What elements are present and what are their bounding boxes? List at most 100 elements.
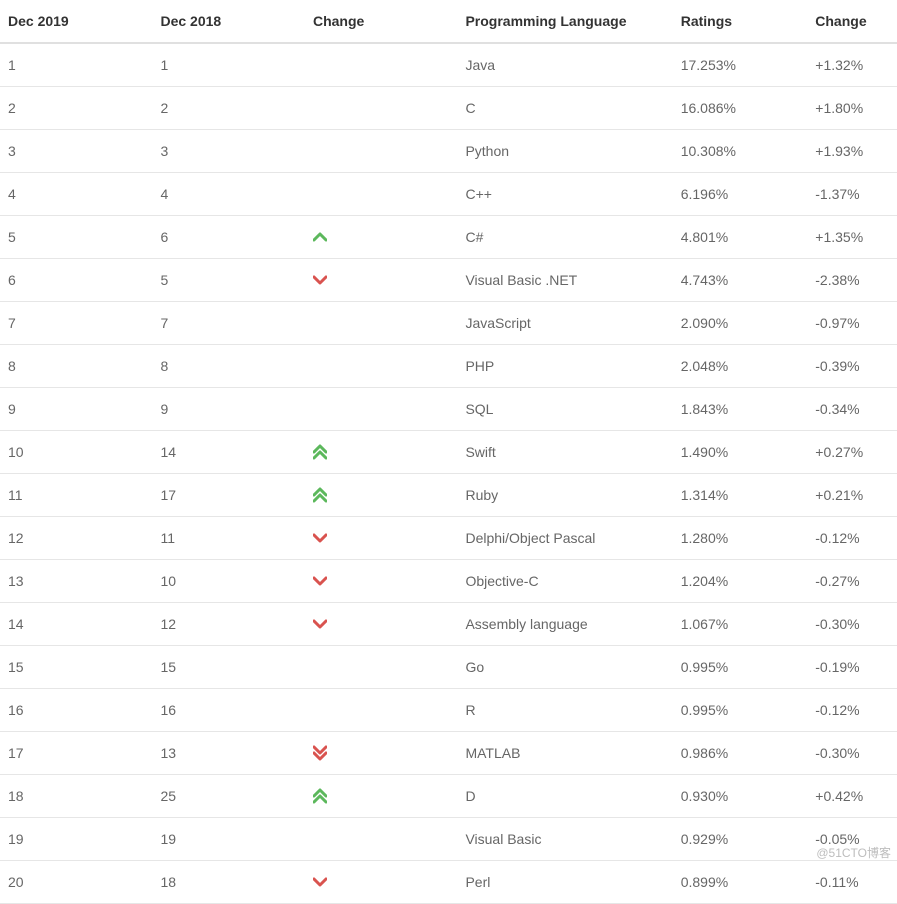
cell-rank2018: 3 (152, 130, 304, 173)
header-ratings: Ratings (673, 0, 808, 43)
table-row: 65Visual Basic .NET4.743%-2.38% (0, 259, 897, 302)
cell-change: -2.38% (807, 259, 897, 302)
cell-rank2019: 13 (0, 560, 152, 603)
cell-change: -0.11% (807, 861, 897, 904)
cell-ratings: 0.930% (673, 775, 808, 818)
cell-language: Go (457, 646, 672, 689)
cell-language: R (457, 689, 672, 732)
cell-change: +0.21% (807, 474, 897, 517)
cell-language: Assembly language (457, 603, 672, 646)
table-row: 44C++6.196%-1.37% (0, 173, 897, 216)
cell-arrow (305, 861, 457, 904)
table-row: 22C16.086%+1.80% (0, 87, 897, 130)
cell-change: -1.37% (807, 173, 897, 216)
cell-rank2019: 4 (0, 173, 152, 216)
cell-rank2019: 11 (0, 474, 152, 517)
cell-arrow (305, 517, 457, 560)
cell-rank2018: 5 (152, 259, 304, 302)
cell-language: Visual Basic (457, 818, 672, 861)
cell-language: Visual Basic .NET (457, 259, 672, 302)
header-arrow: Change (305, 0, 457, 43)
cell-arrow (305, 646, 457, 689)
cell-change: -0.30% (807, 603, 897, 646)
cell-arrow (305, 130, 457, 173)
table-body: 11Java17.253%+1.32%22C16.086%+1.80%33Pyt… (0, 43, 897, 904)
tiobe-table: Dec 2019 Dec 2018 Change Programming Lan… (0, 0, 897, 904)
header-rank2018: Dec 2018 (152, 0, 304, 43)
cell-ratings: 0.986% (673, 732, 808, 775)
cell-rank2019: 12 (0, 517, 152, 560)
table-row: 1117Ruby1.314%+0.21% (0, 474, 897, 517)
cell-language: Objective-C (457, 560, 672, 603)
cell-rank2018: 25 (152, 775, 304, 818)
cell-ratings: 0.995% (673, 689, 808, 732)
cell-arrow (305, 388, 457, 431)
cell-language: C++ (457, 173, 672, 216)
cell-change: +1.32% (807, 43, 897, 87)
cell-ratings: 16.086% (673, 87, 808, 130)
cell-change: -0.30% (807, 732, 897, 775)
cell-rank2019: 1 (0, 43, 152, 87)
cell-arrow (305, 689, 457, 732)
cell-rank2019: 18 (0, 775, 152, 818)
cell-language: Perl (457, 861, 672, 904)
cell-ratings: 1.843% (673, 388, 808, 431)
cell-rank2018: 12 (152, 603, 304, 646)
cell-rank2019: 9 (0, 388, 152, 431)
cell-language: Ruby (457, 474, 672, 517)
cell-ratings: 2.090% (673, 302, 808, 345)
chevron-down-icon (313, 616, 449, 632)
cell-rank2018: 11 (152, 517, 304, 560)
cell-arrow (305, 259, 457, 302)
cell-change: -0.12% (807, 689, 897, 732)
table-row: 1616R0.995%-0.12% (0, 689, 897, 732)
table-row: 88PHP2.048%-0.39% (0, 345, 897, 388)
cell-language: Delphi/Object Pascal (457, 517, 672, 560)
cell-language: C (457, 87, 672, 130)
double-chevron-up-icon (313, 444, 449, 460)
cell-ratings: 4.801% (673, 216, 808, 259)
double-chevron-up-icon (313, 487, 449, 503)
chevron-up-icon (313, 229, 449, 245)
cell-rank2018: 8 (152, 345, 304, 388)
cell-ratings: 0.995% (673, 646, 808, 689)
cell-arrow (305, 474, 457, 517)
cell-arrow (305, 560, 457, 603)
cell-arrow (305, 818, 457, 861)
cell-rank2018: 10 (152, 560, 304, 603)
cell-language: Python (457, 130, 672, 173)
cell-rank2018: 7 (152, 302, 304, 345)
cell-language: SQL (457, 388, 672, 431)
cell-arrow (305, 87, 457, 130)
table-row: 56C#4.801%+1.35% (0, 216, 897, 259)
cell-language: MATLAB (457, 732, 672, 775)
cell-ratings: 2.048% (673, 345, 808, 388)
table-row: 33Python10.308%+1.93% (0, 130, 897, 173)
cell-change: -0.19% (807, 646, 897, 689)
cell-language: JavaScript (457, 302, 672, 345)
table-row: 1713MATLAB0.986%-0.30% (0, 732, 897, 775)
cell-rank2018: 6 (152, 216, 304, 259)
cell-rank2019: 20 (0, 861, 152, 904)
cell-arrow (305, 603, 457, 646)
table-row: 1211Delphi/Object Pascal1.280%-0.12% (0, 517, 897, 560)
table-row: 1515Go0.995%-0.19% (0, 646, 897, 689)
cell-change: -0.05% (807, 818, 897, 861)
cell-change: -0.12% (807, 517, 897, 560)
cell-rank2018: 17 (152, 474, 304, 517)
cell-ratings: 4.743% (673, 259, 808, 302)
cell-change: -0.39% (807, 345, 897, 388)
cell-rank2018: 2 (152, 87, 304, 130)
table-row: 1919Visual Basic0.929%-0.05% (0, 818, 897, 861)
double-chevron-up-icon (313, 788, 449, 804)
cell-change: +1.93% (807, 130, 897, 173)
cell-rank2018: 13 (152, 732, 304, 775)
table-row: 1014Swift1.490%+0.27% (0, 431, 897, 474)
cell-arrow (305, 173, 457, 216)
cell-rank2019: 3 (0, 130, 152, 173)
cell-rank2018: 18 (152, 861, 304, 904)
chevron-down-icon (313, 530, 449, 546)
cell-rank2018: 1 (152, 43, 304, 87)
header-rank2019: Dec 2019 (0, 0, 152, 43)
cell-rank2019: 15 (0, 646, 152, 689)
